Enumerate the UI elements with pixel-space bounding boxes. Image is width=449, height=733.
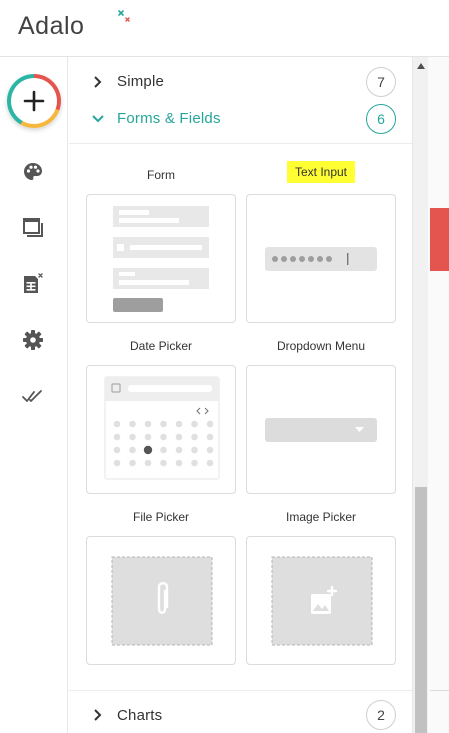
section-charts-count: 2	[366, 700, 396, 730]
scroll-up-arrow-icon[interactable]	[413, 61, 429, 71]
add-component-button-inner	[11, 78, 57, 124]
component-card-text-input[interactable]	[246, 194, 396, 323]
component-card-file-picker[interactable]	[86, 536, 236, 665]
add-component-button[interactable]	[7, 74, 61, 128]
logo-text: Adalo	[18, 11, 85, 40]
date-picker-preview-icon	[104, 376, 220, 480]
gear-icon	[23, 330, 43, 350]
section-forms-label: Forms & Fields	[117, 110, 221, 127]
canvas-divider	[430, 690, 449, 691]
plus-icon	[23, 90, 45, 112]
section-simple-count: 7	[366, 66, 396, 97]
file-picker-label-text: File Picker	[132, 510, 189, 524]
component-card-date-picker[interactable]	[86, 365, 236, 494]
component-label-image-picker: Image Picker	[246, 510, 396, 524]
component-label-form: Form	[86, 168, 236, 182]
top-bar: Adalo	[0, 0, 449, 57]
canvas-screen-element[interactable]	[430, 208, 449, 271]
dropdown-preview-icon	[265, 418, 377, 442]
logo-sparkle-icon	[118, 10, 130, 22]
form-label-text: Form	[147, 168, 175, 182]
adalo-logo[interactable]: Adalo	[18, 10, 130, 42]
form-preview-icon	[113, 206, 209, 312]
section-forms-fields[interactable]: Forms & Fields 6	[69, 94, 412, 144]
database-icon-svg	[24, 273, 43, 293]
image-picker-label-text: Image Picker	[285, 510, 357, 524]
section-charts[interactable]: Charts 2	[69, 690, 412, 733]
chevron-right-icon	[94, 75, 102, 88]
section-simple-label: Simple	[117, 73, 165, 90]
component-label-date-picker: Date Picker	[86, 339, 236, 353]
component-card-dropdown-menu[interactable]	[246, 365, 396, 494]
date-picker-label-text: Date Picker	[129, 339, 193, 353]
screens-icon[interactable]	[20, 215, 46, 241]
dropdown-menu-label-text: Dropdown Menu	[276, 339, 366, 353]
image-picker-preview-icon	[271, 556, 373, 646]
palette-icon[interactable]	[20, 159, 46, 185]
component-card-image-picker[interactable]	[246, 536, 396, 665]
screens-icon-svg	[23, 218, 43, 237]
chevron-down-icon	[92, 114, 104, 122]
components-panel: Simple 7 Forms & Fields 6 Form Text Inpu…	[69, 57, 412, 733]
text-input-label-text: Text Input	[286, 161, 356, 183]
publish-icon[interactable]	[20, 383, 46, 409]
section-forms-count: 6	[366, 103, 396, 134]
palette-icon-svg	[24, 163, 42, 180]
canvas-edge	[428, 57, 449, 733]
component-label-file-picker: File Picker	[86, 510, 236, 524]
double-check-icon	[22, 390, 42, 402]
database-icon[interactable]	[20, 271, 46, 297]
file-picker-preview-icon	[111, 556, 213, 646]
component-label-dropdown-menu: Dropdown Menu	[246, 339, 396, 353]
text-input-preview-icon	[265, 247, 377, 271]
scrollbar-thumb[interactable]	[415, 487, 427, 733]
component-label-text-input: Text Input	[246, 158, 396, 186]
panel-scrollbar[interactable]	[412, 57, 428, 733]
component-card-form[interactable]	[86, 194, 236, 323]
settings-icon[interactable]	[20, 327, 46, 353]
left-toolbar	[0, 57, 68, 733]
chevron-right-icon	[94, 709, 102, 721]
section-charts-label: Charts	[117, 706, 163, 724]
